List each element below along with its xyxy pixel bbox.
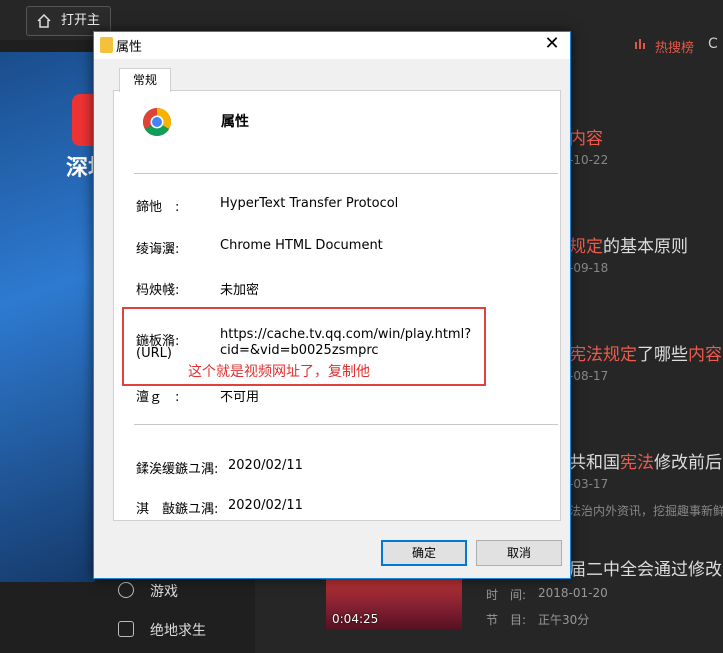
home-icon: [37, 14, 51, 28]
protocol-value: HyperText Transfer Protocol: [220, 196, 399, 211]
dialog-title-bar[interactable]: 属性 ✕: [94, 32, 570, 59]
video-thumbnail[interactable]: 0:04:25: [326, 578, 462, 630]
created-label: 鍒涘缓鏃ユ湡:: [136, 462, 219, 477]
meta-section: 正午30分: [538, 613, 590, 627]
meta-section-label: 节 目:: [486, 613, 527, 627]
size-value: 不可用: [220, 390, 260, 405]
type-value: Chrome HTML Document: [220, 238, 383, 253]
game-icon: [118, 582, 134, 598]
meta-time: 2018-01-20: [538, 586, 608, 600]
close-icon[interactable]: ✕: [542, 34, 562, 54]
hot-search-tab[interactable]: 热搜榜: [655, 37, 694, 56]
size-label: 澶ｇ :: [136, 390, 180, 405]
more-menu-icon[interactable]: C: [708, 36, 718, 52]
separator: [134, 173, 558, 174]
open-main-label: 打开主: [61, 13, 101, 28]
protocol-label: 鍗忚 :: [136, 200, 180, 215]
properties-header: 属性: [221, 114, 249, 130]
folder-icon: [100, 37, 113, 53]
general-panel: 属性 鍗忚 : HyperText Transfer Protocol 绫诲瀷:…: [113, 90, 561, 521]
ok-button[interactable]: 确定: [381, 540, 467, 566]
bar-chart-icon: [635, 39, 645, 49]
result-title[interactable]: 共和国宪法修改前后: [569, 448, 722, 473]
type-label: 绫诲瀷:: [136, 242, 180, 257]
left-item-game[interactable]: 游戏: [150, 581, 178, 601]
meta-time-label: 时 间:: [486, 588, 527, 602]
connection-value: 未加密: [220, 283, 260, 298]
result-title[interactable]: 届二中全会通过修改: [569, 555, 722, 580]
pubg-icon: [118, 621, 134, 637]
video-duration: 0:04:25: [332, 612, 379, 626]
modified-label: 淇 敼鏃ユ湡:: [136, 502, 219, 517]
created-value: 2020/02/11: [228, 458, 303, 473]
properties-dialog: 属性 ✕ 常规 属性 鍗忚 : HyperText Transfer Proto…: [93, 31, 571, 579]
cancel-button[interactable]: 取消: [476, 540, 562, 566]
result-date: -10-22: [569, 153, 609, 167]
result-title[interactable]: 规定的基本原则: [569, 232, 688, 257]
left-item-pubg[interactable]: 绝地求生: [150, 620, 206, 640]
chrome-icon: [143, 108, 171, 136]
connection-label: 杩炴帴:: [136, 283, 180, 298]
result-date: -03-17: [569, 477, 609, 491]
result-title[interactable]: 内容: [569, 124, 603, 149]
result-date: -08-17: [569, 369, 609, 383]
annotation-text: 这个就是视频网址了，复制他: [188, 364, 370, 380]
dialog-body: 常规 属性 鍗忚 : HyperText Transfer Protocol 绫…: [94, 59, 570, 578]
separator: [134, 424, 558, 425]
modified-value: 2020/02/11: [228, 498, 303, 513]
result-date: -09-18: [569, 261, 609, 275]
tab-general[interactable]: 常规: [119, 68, 171, 92]
dialog-title: 属性: [116, 40, 143, 55]
result-description: 法治内外资讯，挖掘趣事新鲜事: [569, 504, 723, 518]
result-title[interactable]: 宪法规定了哪些内容?: [569, 340, 723, 365]
